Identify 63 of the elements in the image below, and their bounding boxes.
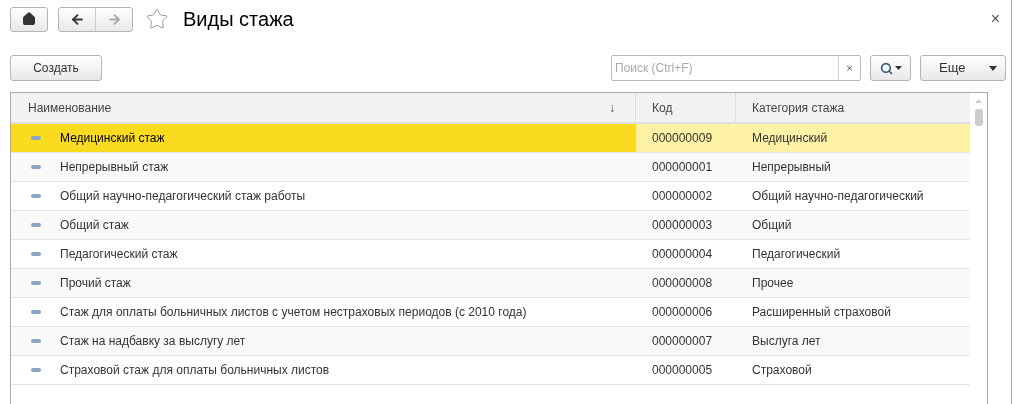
table-cell-text: Страховой <box>752 362 812 379</box>
column-header[interactable]: Категория стажа <box>736 93 970 122</box>
item-icon <box>31 165 41 169</box>
item-icon <box>31 136 41 140</box>
item-icon <box>31 281 41 285</box>
table-cell-text: Прочий стаж <box>60 275 131 292</box>
table-cell-text: 000000003 <box>652 217 713 234</box>
caret-icon <box>894 66 902 70</box>
caret-icon <box>989 65 997 71</box>
column-header[interactable]: Наименование ↓ <box>11 93 636 122</box>
scrollbar-thumb[interactable] <box>974 109 983 126</box>
table-row[interactable]: Стаж на надбавку за выслугу лет 000000007 Выслуга лет <box>11 327 970 356</box>
item-icon <box>31 368 41 372</box>
window-title: Виды стажа <box>183 7 294 32</box>
item-icon <box>31 252 41 256</box>
table-cell-text: Общий научно-педагогический <box>752 188 924 205</box>
column-title: Наименование <box>28 99 112 117</box>
scroll-up-icon[interactable] <box>975 99 982 103</box>
table-cell-text: 000000004 <box>652 246 713 263</box>
table-cell-text: Выслуга лет <box>752 333 821 350</box>
table-cell-text: 000000002 <box>652 188 713 205</box>
item-icon <box>31 223 41 227</box>
table-cell-text: Медицинский <box>752 130 828 147</box>
table-cell-text: Педагогический стаж <box>60 246 178 263</box>
table-cell-text: 000000009 <box>652 130 713 147</box>
table-cell-text: Педагогический <box>752 246 841 263</box>
table-cell-text: 000000001 <box>652 159 713 176</box>
home-button[interactable] <box>10 6 48 32</box>
table-cell-text: Непрерывный <box>752 159 831 176</box>
table-cell-text: Прочее <box>752 275 794 292</box>
create-button[interactable]: Создать <box>10 55 102 81</box>
star-icon[interactable] <box>145 7 169 31</box>
table-cell-text: Медицинский стаж <box>60 130 165 147</box>
search-menu-button[interactable] <box>870 55 911 81</box>
table-cell-text: Стаж на надбавку за выслугу лет <box>60 333 246 350</box>
table-cell-text: Общий <box>752 217 792 234</box>
column-header[interactable]: Код <box>636 93 736 122</box>
table-row[interactable]: Непрерывный стаж 000000001 Непрерывный <box>11 153 970 182</box>
table-cell-text: Страховой стаж для оплаты больничных листов <box>60 362 330 379</box>
table-cell-text: 000000007 <box>652 333 713 350</box>
back-icon <box>69 11 85 27</box>
table-cell-text: 000000006 <box>652 304 713 321</box>
table-cell-text: Расширенный страховой <box>752 304 891 321</box>
search-field[interactable]: Поиск (Ctrl+F) × <box>611 55 861 81</box>
table-cell-text: Общий стаж <box>60 217 129 234</box>
sort-indicator: ↓ <box>609 99 615 117</box>
home-icon <box>22 12 36 26</box>
clear-button[interactable]: × <box>838 56 860 80</box>
close-button[interactable]: × <box>990 7 1000 31</box>
table-row[interactable]: Медицинский стаж 000000009 Медицинский <box>11 124 970 153</box>
table-cell-text: 000000008 <box>652 275 713 292</box>
table-cell-text: Общий научно-педагогический стаж работы <box>60 188 306 205</box>
forward-icon <box>106 11 122 27</box>
item-icon <box>31 194 41 198</box>
table-cell-text: 000000005 <box>652 362 713 379</box>
item-icon <box>31 339 41 343</box>
table-row[interactable]: Общий стаж 000000003 Общий <box>11 211 970 240</box>
table-row[interactable]: Прочий стаж 000000008 Прочее <box>11 269 970 298</box>
more-button[interactable]: Еще <box>920 55 1006 81</box>
table-cell-text: Стаж для оплаты больничных листов с учетом нестраховых периодов (с 2010 года) <box>60 304 527 321</box>
search-icon <box>879 61 893 75</box>
item-icon <box>31 310 41 314</box>
table-cell-text: Непрерывный стаж <box>60 159 169 176</box>
